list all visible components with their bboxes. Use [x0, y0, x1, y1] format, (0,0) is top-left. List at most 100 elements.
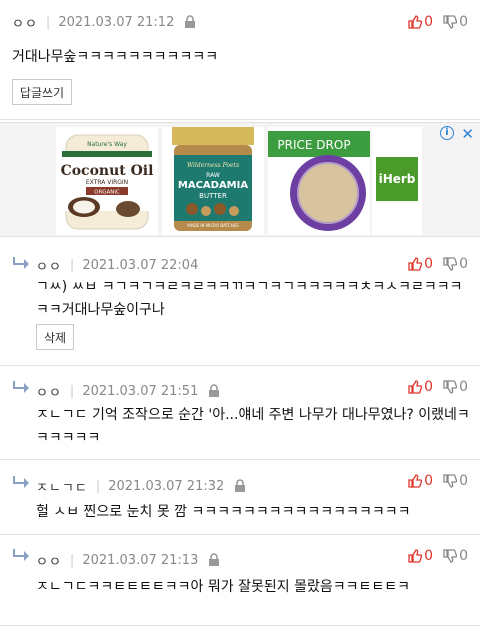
ad-banner[interactable]: Nature's Way Coconut Oil EXTRA VIRGIN OR… [0, 122, 480, 237]
reply-arrow-icon [13, 257, 29, 269]
downvote-button[interactable]: 0 [443, 548, 468, 564]
comment-text: ㅈㄴㄱㄷㅋㅋㅌㅌㅌㅌㅋㅋ아 뭐가 잘못된지 몰랐음ㅋㅋㅌㅌㅌㅋ [36, 579, 410, 595]
coconut-oil-jar-image: Nature's Way Coconut Oil EXTRA VIRGIN OR… [56, 127, 158, 235]
ad-macadamia-brand: Wilderness Poets [187, 162, 239, 169]
comment-text: ㅈㄴㄱㄷ 기억 조작으로 순간 '아...얘네 주변 나무가 대나무였나? 이랬… [36, 404, 468, 450]
comment-author: ㅈㄴㄱㄷ [36, 480, 88, 496]
ad-macadamia-raw: RAW [206, 172, 220, 179]
ad-price-drop: PRICE DROP [277, 138, 350, 152]
ad-coconut-brand: Nature's Way [87, 141, 127, 148]
comment-date: 2021.03.07 21:51 [82, 383, 199, 399]
comment-author: ㅇㅇ [36, 385, 62, 401]
ad-coconut-subtitle: EXTRA VIRGIN [86, 179, 128, 186]
comment-text: ㄱㅆ) ㅆㅂ ㅋㄱㅋㄱㅋㄹㅋㄹㅋㅋㄲㅋㄱㅋㄱㅋㅋㅋㅋㅋㅊㅋㅅㅋㄹㅋㅋㅋ ㅋㅋ거대… [36, 276, 466, 322]
thumbs-down-icon [443, 474, 458, 488]
ad-iherb-logo[interactable]: iHerb [372, 127, 422, 235]
ad-product-powder[interactable]: PRICE DROP [268, 127, 370, 235]
upvote-button[interactable]: 0 [408, 379, 433, 395]
downvote-count: 0 [459, 14, 468, 30]
upvote-count: 0 [424, 14, 434, 30]
downvote-button[interactable]: 0 [443, 14, 468, 30]
reply-arrow-icon [13, 476, 29, 488]
thumbs-down-icon [443, 15, 458, 29]
lock-icon [235, 479, 246, 492]
comment-text-line: ㅋㅋㅋㅋㅋ [36, 430, 101, 446]
iherb-logo-text: iHerb [376, 157, 418, 201]
downvote-button[interactable]: 0 [443, 379, 468, 395]
reply-arrow-icon [13, 549, 29, 561]
vote-area: 0 0 [408, 12, 468, 32]
comment-4: ㅈㄴㄱㄷ | 2021.03.07 21:32 0 0 헐 ㅅㅂ 찐으로 눈치 … [0, 461, 480, 535]
powder-compact-image: PRICE DROP [268, 127, 370, 235]
ad-coconut-tag: ORGANIC [94, 190, 120, 196]
ad-product-coconut[interactable]: Nature's Way Coconut Oil EXTRA VIRGIN OR… [56, 127, 158, 235]
lock-icon [185, 15, 196, 28]
downvote-button[interactable]: 0 [443, 256, 468, 272]
thumbs-down-icon [443, 549, 458, 563]
ad-macadamia-title: MACADAMIA [178, 180, 248, 191]
comment-author: ㅇㅇ [36, 259, 62, 275]
ad-macadamia-subtitle: BUTTER [199, 192, 227, 200]
upvote-count: 0 [424, 256, 434, 272]
comment-meta: ㅈㄴㄱㄷ | 2021.03.07 21:32 [36, 476, 246, 496]
comment-5: ㅇㅇ | 2021.03.07 21:13 0 0 ㅈㄴㄱㄷㅋㅋㅌㅌㅌㅌㅋㅋ아 … [0, 536, 480, 626]
upvote-button[interactable]: 0 [408, 14, 433, 30]
comment-date: 2021.03.07 21:12 [58, 14, 175, 30]
vote-area: 0 0 [408, 254, 468, 274]
separator: | [69, 383, 75, 399]
comment-text-line: ㅈㄴㄱㄷ 기억 조작으로 순간 '아...얘네 주변 나무가 대나무였나? 이랬… [36, 407, 468, 423]
delete-button[interactable]: 삭제 [36, 324, 74, 350]
separator: | [45, 14, 51, 30]
downvote-count: 0 [459, 379, 468, 395]
info-icon[interactable]: i [440, 126, 454, 140]
downvote-count: 0 [459, 548, 468, 564]
lock-icon [209, 384, 220, 397]
reply-arrow-icon [13, 381, 29, 393]
comment-text: 거대나무숲ㅋㅋㅋㅋㅋㅋㅋㅋㅋㅋㅋ [12, 49, 219, 65]
comment-meta: ㅇㅇ | 2021.03.07 21:51 [36, 381, 220, 401]
comment-1: ㅇㅇ | 2021.03.07 21:12 0 0 거대나무숲ㅋㅋㅋㅋㅋㅋㅋㅋㅋ… [0, 0, 480, 120]
comment-3: ㅇㅇ | 2021.03.07 21:51 0 0 ㅈㄴㄱㄷ 기억 조작으로 순… [0, 367, 480, 460]
comment-date: 2021.03.07 21:32 [108, 478, 225, 494]
comment-2: ㅇㅇ | 2021.03.07 22:04 0 0 ㄱㅆ) ㅆㅂ ㅋㄱㅋㄱㅋㄹㅋ… [0, 240, 480, 366]
comment-meta: ㅇㅇ | 2021.03.07 21:12 [12, 12, 196, 32]
comment-text: 헐 ㅅㅂ 찐으로 눈치 못 깜 ㅋㅋㅋㅋㅋㅋㅋㅋㅋㅋㅋㅋㅋㅋㅋㅋㅋ [36, 504, 411, 520]
separator: | [69, 552, 75, 568]
comment-author: ㅇㅇ [12, 16, 38, 32]
thumbs-down-icon [443, 380, 458, 394]
thumbs-down-icon [443, 257, 458, 271]
upvote-count: 0 [424, 548, 434, 564]
comment-author: ㅇㅇ [36, 554, 62, 570]
vote-area: 0 0 [408, 377, 468, 397]
comment-date: 2021.03.07 22:04 [82, 257, 199, 273]
upvote-button[interactable]: 0 [408, 548, 433, 564]
downvote-count: 0 [459, 473, 468, 489]
vote-area: 0 0 [408, 546, 468, 566]
upvote-count: 0 [424, 379, 434, 395]
downvote-count: 0 [459, 256, 468, 272]
comment-date: 2021.03.07 21:13 [82, 552, 199, 568]
reply-button[interactable]: 답글쓰기 [12, 79, 72, 105]
thumbs-up-icon [408, 474, 423, 488]
ad-macadamia-note: MADE IN MICRO BATCHES [187, 223, 239, 228]
comment-text-line: ㄱㅆ) ㅆㅂ ㅋㄱㅋㄱㅋㄹㅋㄹㅋㅋㄲㅋㄱㅋㄱㅋㅋㅋㅋㅋㅊㅋㅅㅋㄹㅋㅋㅋ [36, 279, 463, 295]
comment-meta: ㅇㅇ | 2021.03.07 22:04 [36, 255, 198, 275]
thumbs-up-icon [408, 257, 423, 271]
separator: | [95, 478, 101, 494]
ad-product-macadamia[interactable]: Wilderness Poets RAW MACADAMIA BUTTER MA… [162, 127, 264, 235]
close-icon[interactable]: ✕ [461, 125, 474, 143]
upvote-button[interactable]: 0 [408, 256, 433, 272]
upvote-count: 0 [424, 473, 434, 489]
thumbs-up-icon [408, 15, 423, 29]
thumbs-up-icon [408, 549, 423, 563]
thumbs-up-icon [408, 380, 423, 394]
comment-text-line: ㅋㅋ거대나무숲이구나 [36, 302, 165, 318]
lock-icon [209, 553, 220, 566]
ad-coconut-title: Coconut Oil [61, 163, 154, 179]
separator: | [69, 257, 75, 273]
downvote-button[interactable]: 0 [443, 473, 468, 489]
macadamia-butter-jar-image: Wilderness Poets RAW MACADAMIA BUTTER MA… [162, 127, 264, 235]
upvote-button[interactable]: 0 [408, 473, 433, 489]
vote-area: 0 0 [408, 471, 468, 491]
comment-meta: ㅇㅇ | 2021.03.07 21:13 [36, 550, 220, 570]
